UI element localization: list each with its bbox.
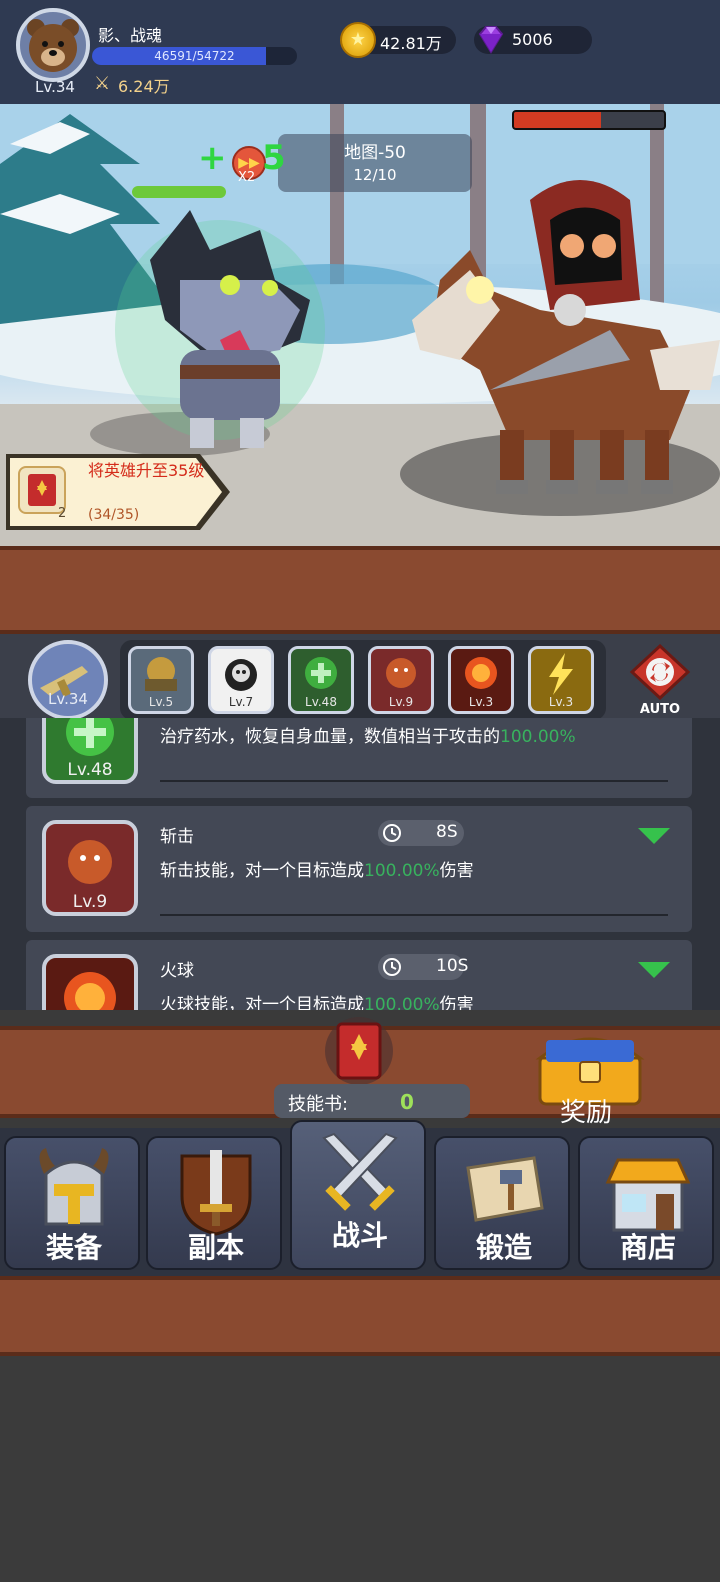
enemy-health-fill xyxy=(514,112,601,128)
enemy-health-bar xyxy=(512,110,666,130)
skill-slot-2[interactable]: Lv.7 xyxy=(208,646,274,714)
sword-shield-icon xyxy=(180,1150,252,1236)
reward-label: 奖励 xyxy=(560,1098,613,1128)
player-level: Lv.34 xyxy=(35,78,75,96)
expand-arrow-icon[interactable] xyxy=(638,828,670,844)
nav-shop[interactable]: 商店 xyxy=(578,1136,714,1270)
wood-divider-bottom xyxy=(0,1276,720,1356)
skill-icon-level: Lv.48 xyxy=(67,760,113,780)
skill-book-icon[interactable] xyxy=(322,1014,396,1088)
fireball-icon xyxy=(64,972,116,1010)
skill-icon-level: Lv.9 xyxy=(72,892,108,912)
quest-reward-count: 2 xyxy=(58,506,67,521)
skill-icon-slash: Lv.9 xyxy=(42,820,138,916)
bear-avatar-icon xyxy=(27,19,79,72)
skill-icon-heal: Lv.48 xyxy=(42,718,138,784)
skill-description: 火球技能，对一个目标造成100.00%伤害 xyxy=(160,995,474,1010)
weapon-level: Lv.34 xyxy=(48,690,88,708)
skill-card-fireball[interactable]: 火球 10S 火球技能，对一个目标造成100.00%伤害 xyxy=(26,940,692,1010)
nav-equipment[interactable]: 装备 xyxy=(4,1136,140,1270)
skill-slot-3[interactable]: Lv.48 xyxy=(288,646,354,714)
heal-number: 5 xyxy=(262,138,286,178)
skill-book-count: 0 xyxy=(400,1090,414,1114)
nav-label: 装备 xyxy=(45,1231,102,1264)
healing-potion-icon xyxy=(305,657,337,689)
lightning-icon xyxy=(549,653,573,695)
slash-warrior-icon xyxy=(386,658,416,688)
skill-list[interactable]: Lv.48 治疗药水，恢复自身血量，数值相当于攻击的100.00% Lv.9 斩… xyxy=(0,718,720,1010)
weapon-slot[interactable] xyxy=(28,640,108,720)
auto-label: AUTO xyxy=(639,702,681,717)
skill-card-slash[interactable]: Lv.9 斩击 8S 斩击技能，对一个目标造成100.00%伤害 xyxy=(26,806,692,932)
bottom-empty-area xyxy=(0,1356,720,1582)
auto-battle-icon[interactable] xyxy=(628,644,692,700)
skill-slot-level: Lv.7 xyxy=(228,695,254,709)
skill-slot-level: Lv.9 xyxy=(388,695,414,709)
skull-bomb-icon xyxy=(225,659,257,691)
quest-title: 将英雄升至35级 xyxy=(88,461,205,480)
gold-coin-icon: ★ xyxy=(340,22,376,58)
skill-slot-level: Lv.3 xyxy=(468,695,494,709)
skill-slot-4[interactable]: Lv.9 xyxy=(368,646,434,714)
scroll-hammer-icon xyxy=(466,1156,544,1222)
gold-value: 42.81万 xyxy=(380,34,442,53)
skill-description: 斩击技能，对一个目标造成100.00%伤害 xyxy=(160,861,474,881)
armored-unit-icon xyxy=(145,657,177,691)
player-avatar[interactable] xyxy=(16,8,90,82)
quest-progress: (34/35) xyxy=(88,507,140,523)
skill-description: 治疗药水，恢复自身血量，数值相当于攻击的100.00% xyxy=(160,727,576,747)
skill-slot-level: Lv.5 xyxy=(148,695,174,709)
nav-forge[interactable]: 锻造 xyxy=(434,1136,570,1270)
divider xyxy=(160,780,668,782)
skill-icon-fireball xyxy=(42,954,138,1010)
fireball-icon xyxy=(465,657,497,689)
cooldown-value: 10S xyxy=(436,956,469,976)
nav-label: 商店 xyxy=(619,1231,676,1264)
werewolf-hero-sprite xyxy=(115,210,325,448)
skill-slot-level: Lv.3 xyxy=(548,695,574,709)
combat-power: 6.24万 xyxy=(118,77,170,96)
nav-label: 锻造 xyxy=(475,1231,532,1264)
xp-text: 46591/54722 xyxy=(154,49,235,63)
speed-multiplier: X2 xyxy=(238,170,256,185)
heal-plus-text: + xyxy=(198,138,227,178)
player-name: 影、战魂 xyxy=(98,26,163,45)
nav-label: 战斗 xyxy=(331,1219,388,1252)
nav-dungeon[interactable]: 副本 xyxy=(146,1136,282,1270)
expand-arrow-icon[interactable] xyxy=(638,962,670,978)
skill-name: 斩击 xyxy=(160,827,194,847)
gem-value: 5006 xyxy=(512,30,553,49)
clock-icon xyxy=(383,824,401,842)
nav-battle[interactable]: 战斗 xyxy=(290,1120,426,1270)
nav-label: 副本 xyxy=(187,1231,244,1264)
shop-icon xyxy=(605,1158,691,1232)
hooded-horseman-enemy-sprite xyxy=(412,180,720,494)
crossed-swords-icon xyxy=(322,1132,398,1211)
wood-divider-top xyxy=(0,546,720,634)
cooldown-value: 8S xyxy=(436,822,458,842)
crossed-swords-power-icon: ⚔ xyxy=(94,73,111,94)
skill-slot-level: Lv.48 xyxy=(305,695,337,709)
divider xyxy=(160,914,668,916)
skill-book-label: 技能书: xyxy=(288,1094,349,1115)
clock-icon xyxy=(383,958,401,976)
skill-name: 火球 xyxy=(160,961,194,981)
skill-slot-6[interactable]: Lv.3 xyxy=(528,646,594,714)
skill-slot-5[interactable]: Lv.3 xyxy=(448,646,514,714)
skill-slot-1[interactable]: Lv.5 xyxy=(128,646,194,714)
purple-gem-icon xyxy=(478,26,504,54)
skill-card-heal[interactable]: Lv.48 治疗药水，恢复自身血量，数值相当于攻击的100.00% xyxy=(26,718,692,798)
